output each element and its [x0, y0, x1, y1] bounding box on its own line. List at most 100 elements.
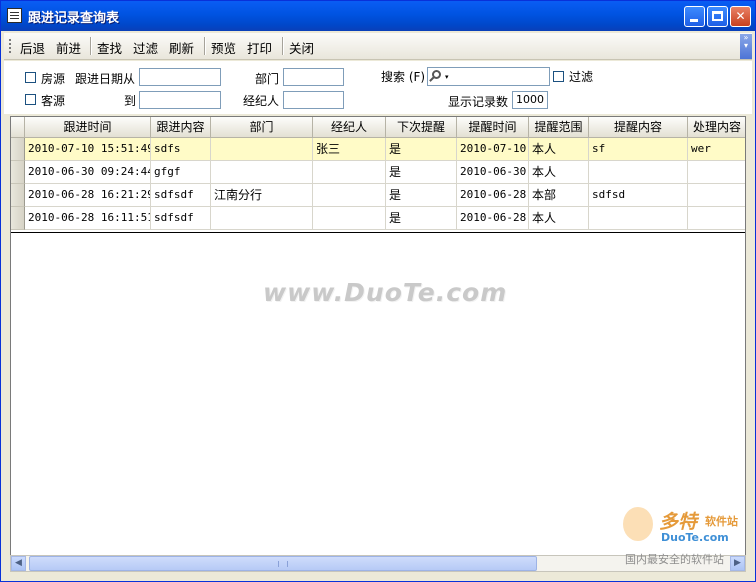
row-selector[interactable] — [11, 184, 25, 207]
corner-brand-suffix: 软件站 — [705, 515, 738, 528]
column-header[interactable]: 跟进内容 — [151, 117, 211, 138]
close-window-button[interactable]: ✕ — [730, 6, 751, 27]
table-cell[interactable] — [313, 184, 386, 207]
table-row[interactable]: 2010-06-28 16:11:51 sdfsdf 是 2010-06-28 … — [11, 207, 745, 230]
back-button[interactable]: 后退 — [20, 38, 45, 57]
column-header[interactable]: 处理内容 — [688, 117, 745, 138]
table-cell[interactable]: 本人 — [529, 207, 589, 230]
table-cell[interactable]: 张三 — [313, 138, 386, 161]
corner-slogan: 国内最安全的软件站 — [625, 553, 724, 566]
filter-checkbox[interactable] — [553, 71, 564, 82]
corner-brand: 多特 — [659, 511, 698, 533]
table-cell[interactable] — [313, 207, 386, 230]
table-cell[interactable]: 2010-06-28 — [457, 184, 529, 207]
row-selector[interactable] — [11, 138, 25, 161]
toolbar: 后退 前进 查找 过滤 刷新 预览 打印 关闭 » ▾ — [4, 33, 752, 60]
table-cell[interactable]: sdfsdf — [151, 207, 211, 230]
scroll-left-button[interactable]: ◀ — [11, 556, 26, 571]
table-cell[interactable]: 2010-06-30 09:24:44 — [25, 161, 151, 184]
date-from-field[interactable] — [139, 68, 221, 86]
search-icon — [432, 70, 441, 79]
table-cell[interactable]: 2010-06-28 16:21:29 — [25, 184, 151, 207]
table-cell[interactable]: 是 — [386, 207, 457, 230]
table-cell[interactable] — [313, 161, 386, 184]
agent-field[interactable] — [283, 91, 344, 109]
customer-checkbox[interactable] — [25, 94, 36, 105]
table-cell[interactable]: 江南分行 — [211, 184, 313, 207]
house-checkbox[interactable] — [25, 72, 36, 83]
table-cell[interactable]: 2010-07-10 — [457, 138, 529, 161]
table-cell[interactable]: 是 — [386, 161, 457, 184]
row-selector[interactable] — [11, 207, 25, 230]
column-header[interactable]: 经纪人 — [313, 117, 386, 138]
table-cell[interactable] — [211, 138, 313, 161]
table-cell[interactable] — [688, 207, 745, 230]
table-cell[interactable]: 2010-06-30 — [457, 161, 529, 184]
toolbar-separator — [204, 37, 206, 55]
dept-label: 部门 — [255, 72, 280, 86]
table-cell[interactable] — [589, 161, 688, 184]
display-count-field[interactable]: 1000 — [512, 91, 548, 109]
table-cell[interactable]: sf — [589, 138, 688, 161]
row-selector-header — [11, 117, 25, 138]
search-label: 搜索 (F) — [381, 70, 426, 84]
table-cell[interactable]: sdfsdf — [151, 184, 211, 207]
dropdown-arrow-icon[interactable]: ▾ — [445, 73, 449, 81]
table-cell[interactable]: 是 — [386, 184, 457, 207]
scroll-thumb[interactable] — [29, 556, 537, 571]
watermark-text: www.DuoTe.com — [263, 278, 508, 307]
filter-checkbox-label: 过滤 — [569, 70, 594, 84]
table-row[interactable]: 2010-07-10 15:51:49 sdfs 张三 是 2010-07-10… — [11, 138, 745, 161]
table-row[interactable]: 2010-06-30 09:24:44 gfgf 是 2010-06-30 本人 — [11, 161, 745, 184]
corner-url: DuoTe.com — [661, 531, 729, 544]
toolbar-grip[interactable] — [9, 39, 13, 53]
toolbar-overflow-button[interactable]: » ▾ — [740, 34, 752, 59]
close-button[interactable]: 关闭 — [289, 38, 314, 57]
table-cell[interactable]: sdfs — [151, 138, 211, 161]
table-cell[interactable]: 2010-07-10 15:51:49 — [25, 138, 151, 161]
table-cell[interactable] — [688, 184, 745, 207]
table-cell[interactable]: 本部 — [529, 184, 589, 207]
refresh-button[interactable]: 刷新 — [169, 38, 194, 57]
column-header[interactable]: 提醒时间 — [457, 117, 529, 138]
minimize-icon — [690, 19, 698, 22]
column-header[interactable]: 下次提醒 — [386, 117, 457, 138]
table-cell[interactable]: 本人 — [529, 161, 589, 184]
table-cell[interactable]: sdfsd — [589, 184, 688, 207]
title-bar[interactable]: 跟进记录查询表 ✕ — [1, 1, 755, 31]
display-count-label: 显示记录数 — [448, 95, 509, 109]
customer-label: 客源 — [41, 94, 66, 108]
table-cell[interactable] — [589, 207, 688, 230]
table-cell[interactable] — [211, 161, 313, 184]
table-cell[interactable]: wer — [688, 138, 745, 161]
date-to-field[interactable] — [139, 91, 221, 109]
records-grid: 跟进时间 跟进内容 部门 经纪人 下次提醒 提醒时间 提醒范围 提醒内容 处理内… — [10, 116, 746, 556]
print-button[interactable]: 打印 — [247, 38, 272, 57]
toolbar-separator — [282, 37, 284, 55]
filter-panel: 房源 客源 跟进日期从 到 部门 经纪人 搜索 (F) ▾ 过滤 显示记录数 1… — [4, 61, 752, 114]
table-cell[interactable]: 2010-06-28 — [457, 207, 529, 230]
app-icon[interactable] — [7, 8, 22, 23]
table-cell[interactable]: 是 — [386, 138, 457, 161]
preview-button[interactable]: 预览 — [211, 38, 236, 57]
table-row[interactable]: 2010-06-28 16:21:29 sdfsdf 江南分行 是 2010-0… — [11, 184, 745, 207]
table-cell[interactable]: 本人 — [529, 138, 589, 161]
search-input[interactable]: ▾ — [427, 67, 550, 86]
date-to-label: 到 — [124, 94, 137, 108]
table-cell[interactable]: 2010-06-28 16:11:51 — [25, 207, 151, 230]
column-header[interactable]: 跟进时间 — [25, 117, 151, 138]
table-cell[interactable] — [688, 161, 745, 184]
filter-button[interactable]: 过滤 — [133, 38, 158, 57]
minimize-button[interactable] — [684, 6, 705, 27]
column-header[interactable]: 部门 — [211, 117, 313, 138]
row-selector[interactable] — [11, 161, 25, 184]
table-cell[interactable] — [211, 207, 313, 230]
table-cell[interactable]: gfgf — [151, 161, 211, 184]
forward-button[interactable]: 前进 — [56, 38, 81, 57]
column-header[interactable]: 提醒内容 — [589, 117, 688, 138]
dept-field[interactable] — [283, 68, 344, 86]
arrow-left-icon: ◀ — [15, 558, 22, 568]
maximize-button[interactable] — [707, 6, 728, 27]
find-button[interactable]: 查找 — [97, 38, 122, 57]
column-header[interactable]: 提醒范围 — [529, 117, 589, 138]
